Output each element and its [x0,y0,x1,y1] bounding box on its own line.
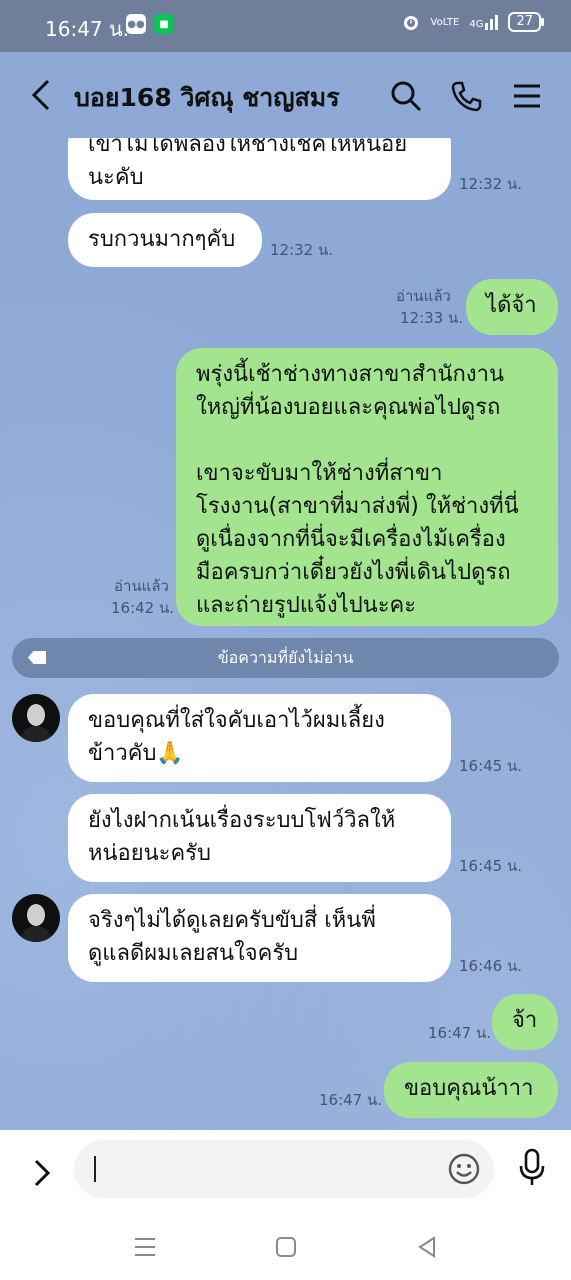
message-bubble-outgoing[interactable]: ขอบคุณน้าาา [384,1062,558,1118]
volte-icon: VoLTE [430,16,460,28]
microphone-icon[interactable] [516,1148,548,1188]
message-text: ดูแลดีผมเลยสนใจครับ [88,941,299,966]
status-notification-icons: ●● ■ [126,14,174,34]
message-bubble-outgoing[interactable]: พรุ่งนี้เช้าช่างทางสาขาสำนักงาน ใหญ่ที่น… [176,348,558,626]
chat-area[interactable]: เขาไม่ได้พี่ลองให้ช่างเช็คให้หน่อย นะคับ… [0,138,571,1130]
message-time: 12:32 น. [270,241,334,259]
emoji-icon[interactable] [448,1153,480,1185]
message-text: ยังไงฝากเน้นเรื่องระบบโฟว์วิลให้ [88,808,396,833]
message-text: พรุ่งนี้เช้าช่างทางสาขาสำนักงาน [196,362,504,387]
unread-divider-label: ข้อความที่ยังไม่อ่าน [217,648,354,667]
back-chevron-icon[interactable] [30,78,52,112]
message-text: จ้า [512,1008,538,1033]
avatar[interactable] [12,894,60,942]
message-text: มือครบกว่าเดี๋ยวยังไงพี่เดินไปดูรถ [196,560,511,585]
message-time: 16:47 น. [428,1024,492,1042]
message-time: 12:33 น. [400,309,464,327]
message-time: 16:46 น. [459,957,523,975]
chat-title: บอย168 วิศณุ ชาญสมร [74,83,340,112]
search-icon [391,81,422,112]
message-read-status: อ่านแล้ว [114,577,169,595]
message-bubble-incoming[interactable]: ขอบคุณที่ใส่ใจคับเอาไว้ผมเลี้ยง ข้าวคับ🙏 [68,694,451,782]
message-field[interactable] [74,1140,494,1198]
message-text: ขอบคุณที่ใส่ใจคับเอาไว้ผมเลี้ยง [88,708,385,733]
signal-4g-icon: 4G [469,14,499,30]
back-triangle-icon[interactable] [412,1232,442,1262]
status-bar: 16:47 น. ●● ■ VoLTE 4G 27 [0,0,571,52]
message-bubble-outgoing[interactable]: ได้จ้า [466,279,558,335]
message-bubble-outgoing[interactable]: จ้า [492,994,558,1050]
message-text: รบกวนมากๆคับ [88,227,236,252]
status-system-icons: VoLTE 4G 27 [401,12,544,32]
menu-icon [514,84,540,108]
menu-button[interactable] [507,76,547,116]
message-text: เขาไม่ได้พี่ลองให้ช่างเช็คให้หน่อย [88,138,408,157]
message-text [196,424,538,457]
avatar[interactable] [12,694,60,742]
expand-chevron-icon[interactable] [30,1156,54,1190]
message-time: 16:47 น. [319,1091,383,1109]
chat-header: บอย168 วิศณุ ชาญสมร [0,52,571,138]
system-nav-bar [0,1210,571,1280]
alarm-icon [403,16,418,30]
message-time: 16:45 น. [459,857,523,875]
message-time: 12:32 น. [459,175,523,193]
call-button[interactable] [446,76,486,116]
message-read-status: อ่านแล้ว [396,287,451,305]
battery-icon: 27 [508,12,544,32]
phone-icon [451,81,482,112]
message-time: 16:42 น. [111,599,175,617]
message-bubble-incoming[interactable]: รบกวนมากๆคับ [68,213,262,267]
signal-label: 4G [469,18,484,30]
message-text: หน่อยนะครับ [88,841,211,866]
message-text: เขาจะขับมาให้ช่างที่สาขา [196,461,443,486]
message-text: จริงๆไม่ได้ดูเลยครับขับสี่ เห็นพี่ [88,908,376,933]
message-text: ดูเนื่องจากที่นี่จะมีเครื่องไม้เครื่อง [196,527,506,552]
message-bubble-incoming[interactable]: เขาไม่ได้พี่ลองให้ช่างเช็คให้หน่อย นะคับ [68,138,451,200]
message-input[interactable] [94,1150,438,1190]
message-text: ขอบคุณน้าาา [404,1076,534,1101]
tag-icon [28,651,46,664]
unread-divider: ข้อความที่ยังไม่อ่าน [12,638,559,678]
message-text: โรงงาน(สาขาที่มาส่งพี่) ให้ช่างที่นี่ [196,494,519,519]
message-bubble-incoming[interactable]: ยังไงฝากเน้นเรื่องระบบโฟว์วิลให้ หน่อยนะ… [68,794,451,882]
message-text: ใหญ่ที่น้องบอยและคุณพ่อไปดูรถ [196,395,501,420]
home-icon[interactable] [271,1232,301,1262]
recent-apps-icon[interactable] [130,1232,160,1262]
message-time: 16:45 น. [459,757,523,775]
message-text: ข้าวคับ🙏 [88,741,184,766]
message-bubble-incoming[interactable]: จริงๆไม่ได้ดูเลยครับขับสี่ เห็นพี่ ดูแลด… [68,894,451,982]
search-button[interactable] [386,76,426,116]
message-text: นะคับ [88,165,144,190]
chat-bubble-icon: ●● [126,14,146,34]
status-time: 16:47 น. [45,17,130,41]
line-app-icon: ■ [154,14,174,34]
message-text: ได้จ้า [486,293,537,318]
message-text: และถ่ายรูปแจ้งไปนะคะ [196,593,417,618]
